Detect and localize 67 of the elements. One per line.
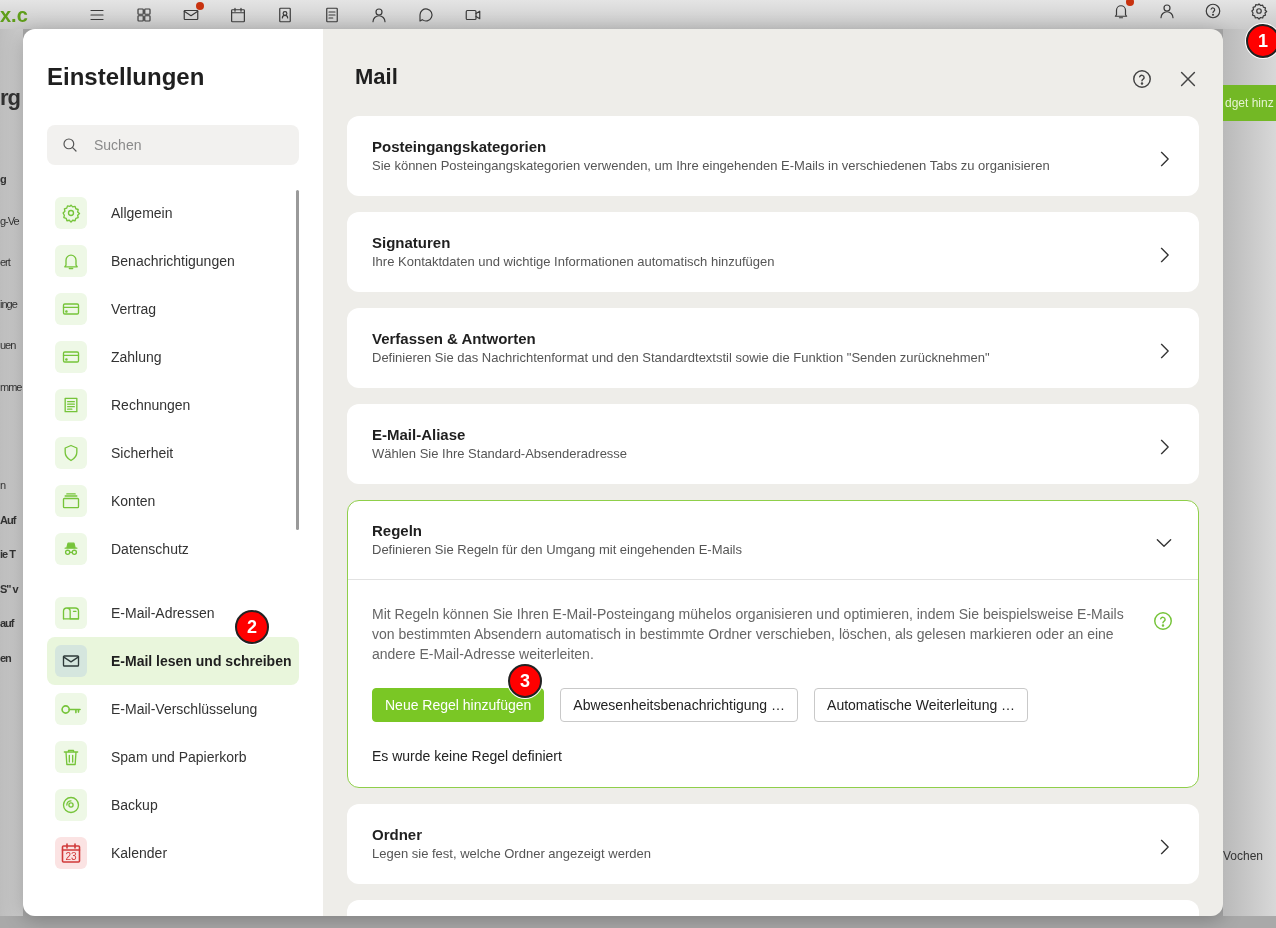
sidebar-item[interactable]: Konten	[47, 477, 299, 525]
card-title: E-Mail-Aliase	[372, 425, 467, 445]
card-subtitle: Wählen Sie Ihre Standard-Absenderadresse	[372, 445, 629, 463]
key-icon	[61, 704, 81, 714]
background-text: uen	[0, 338, 17, 353]
step-marker: 1	[1246, 24, 1276, 58]
contact-icon[interactable]	[276, 5, 294, 24]
sidebar-item[interactable]: Rechnungen	[47, 381, 299, 429]
card-subtitle: Ihre Kontaktdaten und wichtige Informationen automatisch hinzufügen	[372, 253, 776, 271]
option-button[interactable]: Abwesenheitsbenachrichtigung …	[560, 688, 799, 722]
sidebar-item[interactable]: Benachrichtigungen	[47, 237, 299, 285]
gear-icon[interactable]	[1250, 2, 1268, 20]
panel-title: Mail	[355, 63, 399, 91]
step-marker: 3	[508, 664, 542, 698]
document-icon[interactable]	[323, 5, 341, 24]
card-title: Verfassen & Antworten	[372, 329, 537, 349]
sidebar-item[interactable]: Sicherheit	[47, 429, 299, 477]
gear-icon	[61, 203, 81, 223]
search-icon	[61, 136, 79, 154]
logo: x.c	[0, 4, 29, 25]
stack-icon	[61, 491, 81, 511]
sidebar-item[interactable]: E-Mail lesen und schreiben	[47, 637, 299, 685]
calendar-icon: 23	[55, 837, 87, 869]
sidebar-item[interactable]: Datenschutz	[47, 525, 299, 573]
option-button[interactable]: Automatische Weiterleitung …	[814, 688, 1029, 722]
sidebar-item[interactable]: Zahlung	[47, 333, 299, 381]
sidebar-item[interactable]: E-Mail-Verschlüsselung	[47, 685, 299, 733]
sidebar-item[interactable]: Vertrag	[47, 285, 299, 333]
background-text: inge	[0, 296, 19, 312]
step-marker: 2	[235, 610, 269, 644]
sidebar-item[interactable]: Allgemein	[47, 189, 299, 237]
background-text: mme	[0, 379, 23, 395]
description-text: Mit Regeln können Sie Ihren E-Mail-Posteingang mühelos organisieren und optimieren, indem Sie beispielsweise E-Mails von bestimmten Absendern automatisch in bestimmte Ordner verschieben, löschen, als gelesen markieren oder an eine andere E-Mail-Adresse weiterleiten.	[372, 605, 1125, 664]
card-title: Posteingangskategorien	[372, 137, 548, 157]
card-title: Regeln	[372, 521, 423, 541]
background-text: Vochen	[1223, 848, 1265, 865]
scrollbar[interactable]	[296, 190, 299, 530]
background-text: ie T	[0, 547, 17, 562]
background-text: ert	[0, 255, 12, 270]
background-text: n	[0, 478, 7, 493]
sidebar-item[interactable]: 23 Kalender	[47, 829, 299, 877]
card-subtitle: Definieren Sie das Nachrichtenformat und den Standardtextstil sowie die Funktion "Senden zurücknehmen"	[372, 349, 991, 367]
background-text: en	[0, 650, 12, 666]
grid-icon[interactable]	[135, 5, 153, 24]
help-icon[interactable]	[1204, 2, 1222, 20]
card-subtitle: Definieren Sie Regeln für den Umgang mit eingehenden E-Mails	[372, 541, 743, 559]
card-title: Ordner	[372, 825, 423, 845]
search-field[interactable]: Suchen	[47, 125, 299, 165]
trash-icon	[61, 747, 81, 767]
calendar-icon[interactable]	[229, 5, 247, 24]
card-subtitle: Legen sie fest, welche Ordner angezeigt werden	[372, 845, 652, 863]
person-icon[interactable]	[1158, 2, 1176, 20]
person-icon[interactable]	[370, 5, 388, 24]
sidebar-item[interactable]: Spam und Papierkorb	[47, 733, 299, 781]
settings-title: Einstellungen	[47, 62, 206, 92]
chat-icon[interactable]	[417, 5, 435, 24]
card-title: Signaturen	[372, 233, 452, 253]
background-text: Auf	[0, 512, 17, 528]
background-text: g	[0, 172, 7, 187]
empty-message: Es wurde keine Regel definiert	[372, 747, 563, 766]
background-text: rg	[0, 85, 21, 111]
disc-icon	[61, 795, 81, 815]
card-subtitle: Sie können Posteingangskategorien verwenden, um Ihre eingehenden E-Mails in verschiedenen Tabs zu organisieren	[372, 157, 1051, 175]
background-text: S" v	[0, 581, 20, 597]
background-text: g-Ve	[0, 213, 20, 229]
background-text: auf	[0, 616, 16, 631]
sidebar-item[interactable]: Backup	[47, 781, 299, 829]
